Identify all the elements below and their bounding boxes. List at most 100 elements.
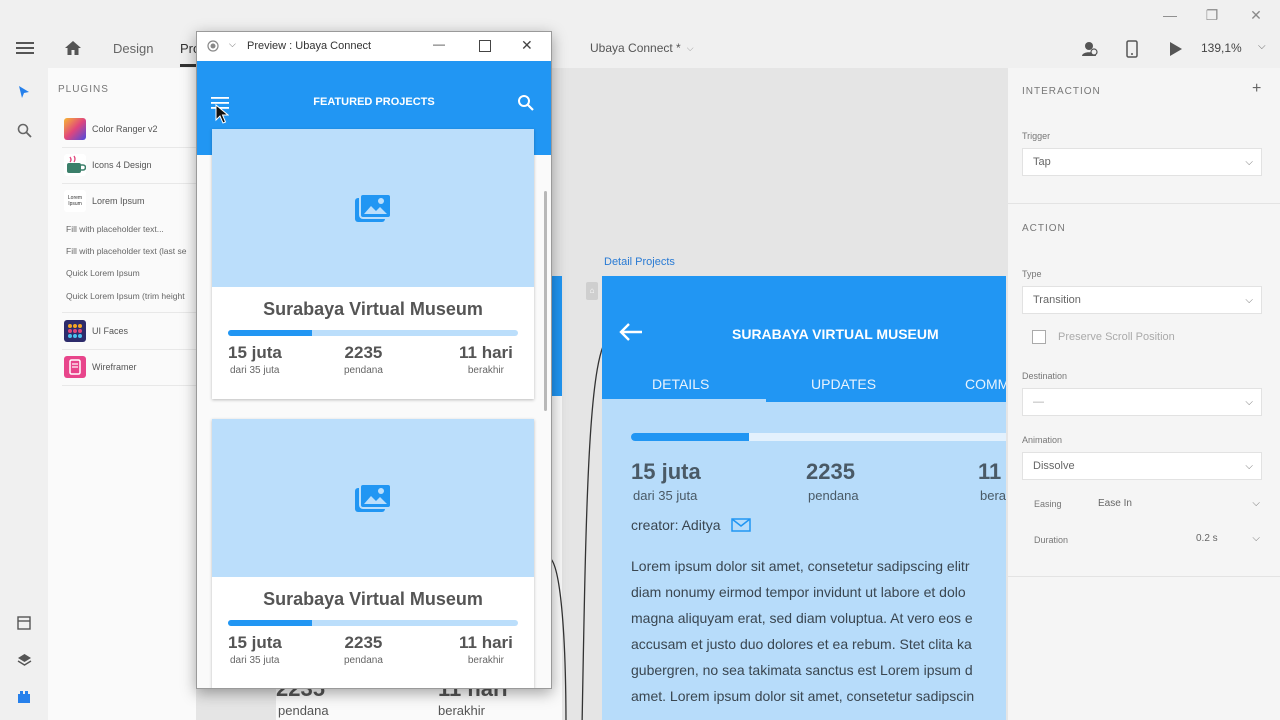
preview-close-button[interactable]: ✕ (521, 37, 533, 54)
animation-label: Animation (1022, 435, 1063, 445)
restore-button[interactable]: ❐ (1190, 0, 1234, 30)
preserve-scroll-checkbox[interactable] (1032, 330, 1046, 344)
action-heading: ACTION (1022, 223, 1066, 234)
preview-minimize-button[interactable]: — (433, 37, 445, 51)
device-preview-icon[interactable] (1126, 40, 1138, 58)
preserve-scroll-label: Preserve Scroll Position (1058, 331, 1175, 343)
chevron-down-icon: ⌵ (1252, 498, 1260, 509)
document-title[interactable]: Ubaya Connect * ⌵ (590, 41, 694, 55)
card-stat-days: 11 hari berakhir (459, 343, 513, 376)
restore-icon: ❐ (1205, 6, 1219, 23)
plugins-icon[interactable] (12, 685, 36, 709)
detail-stat-backers: 2235 (806, 459, 855, 484)
share-user-icon[interactable] (1081, 40, 1098, 57)
document-title-text: Ubaya Connect * (590, 41, 681, 55)
detail-stat-days-label: bera (980, 488, 1006, 503)
card-progress-fill (228, 620, 313, 626)
easing-select[interactable]: Ease In ⌵ (1098, 498, 1260, 509)
card-stat-backers: 2235 pendana (344, 343, 383, 376)
select-tool-icon[interactable] (12, 80, 36, 104)
minimize-icon: — (1163, 7, 1177, 23)
tab-design[interactable]: Design (113, 41, 153, 56)
chevron-down-icon: ⌵ (686, 42, 694, 53)
tab-updates[interactable]: UPDATES (811, 376, 876, 392)
color-ranger-icon (64, 118, 86, 140)
artboard-label[interactable]: Detail Projects (604, 256, 675, 268)
plugin-label: Lorem Ipsum (92, 196, 145, 206)
play-preview-icon[interactable] (1169, 41, 1183, 57)
lorem-action-2[interactable]: Fill with placeholder text (last se (66, 246, 186, 256)
artboard-home-marker-icon[interactable]: ⌂ (586, 282, 598, 300)
plugin-label: Wireframer (92, 362, 137, 372)
close-button[interactable]: ✕ (1234, 0, 1278, 30)
plugins-heading: PLUGINS (58, 84, 109, 95)
detail-stat-raised-label: dari 35 juta (633, 488, 698, 503)
plugin-label: Icons 4 Design (92, 160, 152, 170)
destination-value: — (1033, 396, 1044, 408)
card-stat-raised: 15 juta dari 35 juta (228, 343, 282, 376)
stat-label: dari 35 juta (230, 655, 280, 666)
destination-select[interactable]: — ⌵ (1022, 388, 1262, 416)
detail-progress-fill (631, 433, 749, 441)
preview-window[interactable]: ⌵ Preview : Ubaya Connect — ✕ FEATURED P… (196, 31, 552, 689)
detail-artboard[interactable]: SURABAYA VIRTUAL MUSEUM DETAILS UPDATES … (602, 276, 1006, 720)
trigger-select[interactable]: Tap ⌵ (1022, 148, 1262, 176)
type-label: Type (1022, 269, 1042, 279)
project-card[interactable]: Surabaya Virtual Museum 15 juta dari 35 … (212, 129, 534, 399)
trigger-value: Tap (1033, 156, 1051, 168)
chevron-down-icon[interactable]: ⌵ (229, 39, 236, 50)
preserve-scroll-option[interactable]: Preserve Scroll Position (1032, 330, 1175, 344)
stat-label: berakhir (467, 655, 504, 666)
tab-details[interactable]: DETAILS (652, 376, 709, 392)
card-progress-bar (228, 620, 518, 626)
mail-icon[interactable] (730, 518, 751, 532)
duration-input[interactable]: 0.2 s ⌵ (1196, 533, 1260, 544)
card-stat-backers: 2235 pendana (344, 633, 383, 666)
active-tab-indicator (602, 399, 766, 402)
stat-value: 11 hari (459, 343, 513, 362)
preview-scrollbar[interactable] (544, 191, 547, 411)
zoom-tool-icon[interactable] (12, 118, 36, 142)
animation-select[interactable]: Dissolve ⌵ (1022, 452, 1262, 480)
preview-titlebar[interactable]: ⌵ Preview : Ubaya Connect — ✕ (197, 32, 551, 62)
preview-screen[interactable]: FEATURED PROJECTS Surabaya Virtual Museu… (197, 61, 551, 688)
lorem-action-4[interactable]: Quick Lorem Ipsum (trim height (66, 291, 185, 301)
easing-label: Easing (1034, 499, 1062, 509)
type-select[interactable]: Transition ⌵ (1022, 286, 1262, 314)
home-icon[interactable] (64, 39, 82, 57)
interaction-heading: INTERACTION (1022, 86, 1101, 97)
search-icon[interactable] (517, 94, 534, 111)
destination-label: Destination (1022, 371, 1068, 381)
description-line: Lorem ipsum dolor sit amet, consetetur s… (631, 558, 970, 574)
app-toolbar: Design Pro Ubaya Connect * ⌵ 139,1% ⌵ (0, 30, 1280, 68)
record-icon[interactable] (207, 40, 219, 52)
tab-comments[interactable]: COMM (965, 376, 1006, 392)
easing-value: Ease In (1098, 498, 1132, 509)
type-value: Transition (1033, 294, 1081, 306)
preview-maximize-button[interactable] (479, 40, 491, 52)
trigger-label: Trigger (1022, 131, 1051, 141)
mouse-cursor-icon (215, 104, 229, 124)
stat-label: berakhir (467, 365, 504, 376)
zoom-chevron-icon[interactable]: ⌵ (1258, 41, 1266, 52)
hamburger-icon[interactable] (16, 40, 34, 56)
back-arrow-icon[interactable] (618, 322, 644, 342)
ui-faces-icon (64, 320, 86, 342)
chevron-down-icon: ⌵ (1245, 460, 1253, 472)
zoom-level[interactable]: 139,1% (1201, 41, 1242, 55)
duration-label: Duration (1034, 535, 1069, 545)
add-interaction-button[interactable]: + (1252, 80, 1261, 98)
chevron-down-icon: ⌵ (1245, 396, 1253, 408)
assets-icon[interactable] (12, 611, 36, 635)
lorem-action-1[interactable]: Fill with placeholder text... (66, 224, 164, 234)
lorem-action-3[interactable]: Quick Lorem Ipsum (66, 268, 140, 278)
project-card[interactable]: Surabaya Virtual Museum 15 juta dari 35 … (212, 419, 534, 688)
stat-value: 11 hari (459, 633, 513, 652)
minimize-button[interactable]: — (1148, 0, 1192, 30)
tab-active-indicator (180, 64, 196, 67)
detail-header: SURABAYA VIRTUAL MUSEUM DETAILS UPDATES … (602, 276, 1006, 402)
stat-value: 2235 (344, 343, 383, 362)
detail-stat-backers-label: pendana (808, 488, 859, 503)
layers-icon[interactable] (12, 648, 36, 672)
detail-stat-days: 11 (978, 459, 1002, 484)
